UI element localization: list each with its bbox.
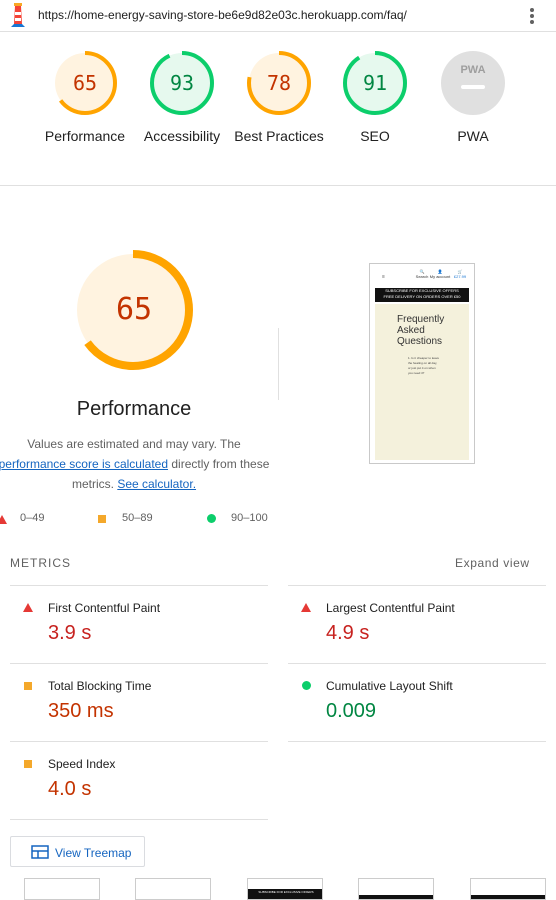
final-screenshot[interactable]: ≡ 🔍 Search 👤 My account 🛒 £27.99 SUBSCRIBE …	[369, 263, 475, 464]
filmstrip-frame	[358, 878, 434, 900]
lighthouse-logo-icon	[11, 3, 25, 27]
gauge-ring: 93	[150, 51, 214, 115]
expand-view-toggle[interactable]: Expand view	[455, 556, 530, 570]
performance-gauge: 65	[73, 250, 193, 370]
metric-divider	[10, 585, 268, 586]
legend-average: 50–89	[122, 512, 153, 524]
pwa-badge-icon: PWA	[441, 51, 505, 115]
average-square-icon	[24, 760, 32, 768]
performance-score: 65	[116, 292, 152, 327]
gauge-label: Best Practices	[234, 128, 324, 144]
gauge-score: 91	[363, 71, 387, 95]
page-url[interactable]: https://home-energy-saving-store-be6e9d8…	[38, 8, 407, 22]
metric-value-tbt: 350 ms	[48, 700, 114, 722]
pass-circle-icon	[207, 514, 216, 523]
gauge-ring: 78	[247, 51, 311, 115]
fail-triangle-icon	[23, 603, 33, 612]
legend-fail: 0–49	[20, 512, 45, 524]
view-treemap-button[interactable]: View Treemap	[10, 836, 145, 867]
vertical-divider	[278, 328, 279, 400]
gauge-score: 78	[267, 71, 291, 95]
nav-basket: 🛒 £27.99	[453, 269, 467, 279]
metric-name-si: Speed Index	[48, 757, 116, 771]
gauge-best-practices[interactable]: 78 Best Practices	[234, 50, 324, 146]
fail-triangle-icon	[301, 603, 311, 612]
gauge-ring: 65	[53, 51, 117, 115]
metrics-heading: METRICS	[10, 556, 71, 570]
filmstrip-frame	[24, 878, 100, 900]
faq-question: 1. Is it cheaper to leave the heating on…	[408, 356, 440, 375]
metric-name-fcp: First Contentful Paint	[48, 601, 161, 615]
view-treemap-label: View Treemap	[55, 846, 132, 860]
metric-divider	[288, 741, 546, 742]
filmstrip-frame	[470, 878, 546, 900]
gauge-score: 65	[73, 71, 97, 95]
nav-account: 👤 My account	[429, 269, 451, 279]
more-options-icon[interactable]	[526, 6, 538, 26]
address-bar: https://home-energy-saving-store-be6e9d8…	[0, 0, 556, 32]
metric-divider	[288, 585, 546, 586]
performance-description: Values are estimated and may vary. The p…	[0, 437, 270, 491]
gauge-score: 93	[170, 71, 194, 95]
metric-name-lcp: Largest Contentful Paint	[326, 601, 455, 615]
filmstrip-frame: SUBSCRIBE FOR EXCLUSIVE OFFERS	[247, 878, 323, 900]
faq-title: Frequently Asked Questions	[397, 314, 445, 347]
metric-value-cls: 0.009	[326, 700, 377, 722]
gauge-performance[interactable]: 65 Performance	[40, 50, 130, 146]
gauge-label: Performance	[44, 128, 126, 144]
legend-pass: 90–100	[231, 512, 268, 524]
gauge-seo[interactable]: 91 SEO	[330, 50, 420, 146]
fail-triangle-icon	[0, 515, 7, 524]
treemap-icon	[31, 845, 49, 859]
header-divider	[0, 185, 556, 186]
metric-value-lcp: 4.9 s	[326, 622, 370, 644]
gauge-label: Accessibility	[143, 128, 221, 144]
metric-divider	[10, 663, 268, 664]
gauge-pwa[interactable]: PWA PWA	[428, 50, 518, 146]
menu-icon: ≡	[382, 274, 385, 280]
metric-divider	[10, 819, 268, 820]
metric-divider	[288, 663, 546, 664]
average-square-icon	[98, 515, 106, 523]
score-calculated-link[interactable]: performance score is calculated	[0, 457, 168, 471]
gauge-label: PWA	[457, 128, 489, 144]
metric-name-tbt: Total Blocking Time	[48, 679, 152, 693]
metric-divider	[10, 741, 268, 742]
gauge-label: SEO	[360, 128, 390, 144]
metric-value-fcp: 3.9 s	[48, 622, 92, 644]
see-calculator-link[interactable]: See calculator.	[117, 477, 196, 491]
offer-banner: SUBSCRIBE FOR EXCLUSIVE OFFERS FREE DELI…	[375, 288, 469, 302]
pass-circle-icon	[302, 681, 311, 690]
gauge-ring: 91	[343, 51, 407, 115]
performance-title: Performance	[76, 398, 192, 420]
svg-text:PWA: PWA	[460, 64, 485, 76]
average-square-icon	[24, 682, 32, 690]
gauge-accessibility[interactable]: 93 Accessibility	[137, 50, 227, 146]
metric-value-si: 4.0 s	[48, 778, 92, 800]
metric-name-cls: Cumulative Layout Shift	[326, 679, 453, 693]
filmstrip-frame	[135, 878, 211, 900]
